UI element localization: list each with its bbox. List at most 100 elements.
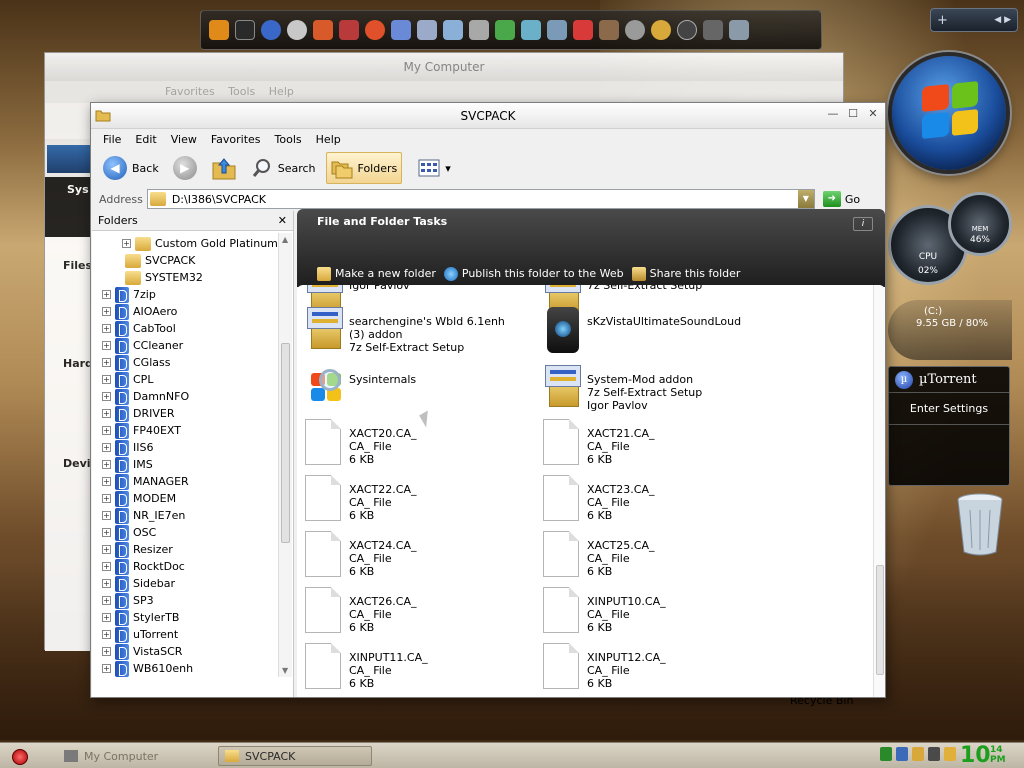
tree-item[interactable]: + WB610enh — [102, 660, 193, 677]
tree-item[interactable]: + RocktDoc — [102, 558, 185, 575]
expand-icon[interactable]: + — [102, 307, 111, 316]
scrollbar-thumb[interactable] — [876, 565, 884, 675]
tree-item[interactable]: +7zip — [102, 286, 156, 303]
dock-app-icon[interactable] — [313, 20, 333, 40]
address-dropdown-button[interactable]: ▼ — [797, 190, 814, 208]
address-input[interactable]: D:\I386\SVCPACK ▼ — [146, 189, 815, 209]
file-item[interactable]: XACT24.CA_ CA_ File 6 KB — [305, 531, 416, 579]
expand-icon[interactable]: + — [122, 239, 131, 248]
dock-app-icon[interactable] — [443, 20, 463, 40]
dock-trash-icon[interactable] — [729, 20, 749, 40]
expand-icon[interactable]: + — [102, 324, 111, 333]
tray-icon[interactable] — [880, 747, 892, 761]
file-item[interactable]: XINPUT11.CA_ CA_ File 6 KB — [305, 643, 428, 691]
dock-app-icon[interactable] — [469, 20, 489, 40]
scroll-down-icon[interactable]: ▼ — [282, 666, 288, 675]
expand-icon[interactable]: + — [102, 562, 111, 571]
folders-button[interactable]: Folders — [325, 152, 403, 184]
dock-app-icon[interactable] — [495, 20, 515, 40]
file-item[interactable]: XACT22.CA_ CA_ File 6 KB — [305, 475, 416, 523]
dock-app-icon[interactable] — [235, 20, 255, 40]
dock-app-icon[interactable] — [573, 20, 593, 40]
expand-icon[interactable]: + — [102, 545, 111, 554]
tree-item[interactable]: SYSTEM32 — [112, 269, 203, 286]
windows-orb-clock-gadget[interactable] — [892, 56, 1006, 170]
folders-pane-close-button[interactable]: ✕ — [278, 214, 287, 227]
tree-item[interactable]: + SP3 — [102, 592, 154, 609]
svcpack-explorer-window[interactable]: SVCPACK — ☐ ✕ File Edit View Favorites T… — [90, 102, 886, 698]
dock-app-icon[interactable] — [261, 20, 281, 40]
file-item[interactable]: XACT20.CA_ CA_ File 6 KB — [305, 419, 416, 467]
tray-icon[interactable] — [896, 747, 908, 761]
tree-item[interactable]: + IMS — [102, 456, 153, 473]
maximize-button[interactable]: ☐ — [847, 108, 859, 120]
file-item[interactable]: XACT26.CA_ CA_ File 6 KB — [305, 587, 416, 635]
my-computer-view-button[interactable] — [47, 145, 91, 173]
menu-tools[interactable]: Tools — [275, 133, 302, 146]
tree-item[interactable]: + DamnNFO — [102, 388, 189, 405]
views-button[interactable]: ▾ — [414, 152, 455, 184]
tree-item[interactable]: + Custom Gold Platinum — [122, 235, 278, 252]
folders-vertical-scrollbar[interactable]: ▲ ▼ — [278, 233, 292, 677]
taskbar-svcpack[interactable]: SVCPACK — [218, 746, 372, 766]
tray-icon[interactable] — [912, 747, 924, 761]
scrollbar-thumb[interactable] — [281, 343, 290, 543]
menu-edit[interactable]: Edit — [135, 133, 156, 146]
tree-item[interactable]: + StylerTB — [102, 609, 179, 626]
dock-app-icon[interactable] — [365, 20, 385, 40]
expand-icon[interactable]: + — [102, 647, 111, 656]
tree-item[interactable]: + DRIVER — [102, 405, 174, 422]
file-item[interactable]: XINPUT12.CA_ CA_ File 6 KB — [543, 643, 666, 691]
dock-app-icon[interactable] — [547, 20, 567, 40]
my-computer-titlebar[interactable]: My Computer — [45, 53, 843, 81]
dock-app-icon[interactable] — [417, 20, 437, 40]
menu-view[interactable]: View — [171, 133, 197, 146]
tree-item[interactable]: SVCPACK — [112, 252, 195, 269]
file-item[interactable]: sKzVistaUltimateSoundLoud — [543, 307, 741, 355]
file-item[interactable]: Sysinternals — [305, 365, 416, 413]
tasks-info-button[interactable]: i — [853, 217, 873, 231]
taskbar-my-computer[interactable]: My Computer — [58, 746, 212, 766]
search-button[interactable]: Search — [247, 152, 320, 184]
file-item[interactable]: XINPUT10.CA_ CA_ File 6 KB — [543, 587, 666, 635]
tree-item[interactable]: + Resizer — [102, 541, 173, 558]
taskbar-clock[interactable]: 10 14 PM — [960, 743, 1006, 768]
close-button[interactable]: ✕ — [867, 108, 879, 120]
dock-app-icon[interactable] — [599, 20, 619, 40]
tree-item[interactable]: + FP40EXT — [102, 422, 181, 439]
sidebar-add-gadget-button[interactable]: + — [937, 13, 948, 28]
dock-app-icon[interactable] — [339, 20, 359, 40]
dock-app-icon[interactable] — [625, 20, 645, 40]
scroll-up-icon[interactable]: ▲ — [282, 235, 288, 244]
menu-help[interactable]: Help — [316, 133, 341, 146]
expand-icon[interactable]: + — [102, 460, 111, 469]
expand-icon[interactable]: + — [102, 664, 111, 673]
expand-icon[interactable]: + — [102, 494, 111, 503]
up-folder-button[interactable] — [207, 152, 241, 184]
file-item[interactable]: XACT25.CA_ CA_ File 6 KB — [543, 531, 654, 579]
expand-icon[interactable]: + — [102, 358, 111, 367]
expand-icon[interactable]: + — [102, 375, 111, 384]
volume-icon[interactable] — [703, 20, 723, 40]
share-folder-link[interactable]: Share this folder — [631, 267, 740, 281]
tree-item[interactable]: + CabTool — [102, 320, 176, 337]
tray-icon[interactable] — [928, 747, 940, 761]
tree-item[interactable]: + AIOAero — [102, 303, 177, 320]
file-item[interactable]: System-Mod addon 7z Self-Extract Setup Igo… — [543, 365, 702, 413]
publish-folder-link[interactable]: Publish this folder to the Web — [443, 267, 624, 281]
expand-icon[interactable]: + — [102, 392, 111, 401]
expand-icon[interactable]: + — [102, 477, 111, 486]
menu-favorites[interactable]: Favorites — [211, 133, 261, 146]
expand-icon[interactable]: + — [102, 596, 111, 605]
file-item[interactable]: XACT23.CA_ CA_ File 6 KB — [543, 475, 654, 523]
power-icon[interactable] — [677, 20, 697, 40]
tree-item[interactable]: + IIS6 — [102, 439, 153, 456]
expand-icon[interactable]: + — [102, 409, 111, 418]
expand-icon[interactable]: + — [102, 341, 111, 350]
expand-icon[interactable]: + — [102, 528, 111, 537]
sidebar-nav-arrows[interactable]: ◀ ▶ — [994, 15, 1011, 25]
tray-icon[interactable] — [944, 747, 956, 761]
back-button[interactable]: ◀ Back — [99, 152, 163, 184]
recycle-bin-icon[interactable] — [954, 492, 1006, 556]
tree-item[interactable]: + VistaSCR — [102, 643, 182, 660]
